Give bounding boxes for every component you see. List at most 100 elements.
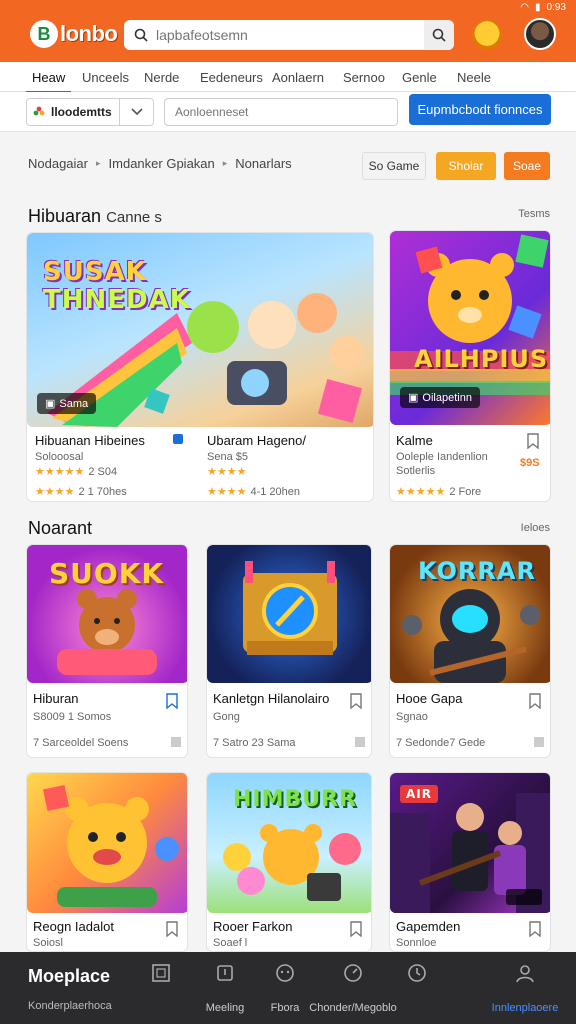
- nav-item-label: Innlenplaoere: [491, 1002, 559, 1014]
- featured-card[interactable]: SUSAK THNEDAK ▣ Sama Hibuanan Hibeines S…: [26, 232, 374, 502]
- gallery-icon: [152, 964, 170, 982]
- more-icon[interactable]: [171, 737, 181, 747]
- game-card[interactable]: SUOKK Hiburan S8009 1 Somos 7 Sarceoldel…: [26, 544, 188, 758]
- nav-item-label: Meeling: [205, 1002, 245, 1014]
- media-badge: [506, 889, 542, 905]
- more-icon[interactable]: [534, 737, 544, 747]
- card-subtitle-2: Sotlerlis: [396, 465, 436, 477]
- rating-stars: ★★★★: [207, 466, 247, 478]
- game-thumbnail: HIMBURR: [207, 773, 371, 913]
- more-icon[interactable]: [355, 737, 365, 747]
- see-all-link[interactable]: Ieloes: [521, 522, 550, 534]
- battery-icon: ▮: [535, 2, 541, 13]
- breadcrumb-item[interactable]: Nonarlars: [235, 156, 291, 171]
- nav-item-marketplace[interactable]: Innlenplaoere: [482, 962, 568, 1014]
- card-title: Hiburan: [33, 691, 79, 706]
- bookmark-icon[interactable]: [165, 693, 179, 710]
- avatar[interactable]: [524, 18, 556, 50]
- tab-1[interactable]: Unceels: [82, 70, 129, 85]
- card-title: Kanletgn Hilanolairo: [213, 691, 330, 706]
- logo-badge: B: [30, 20, 58, 48]
- bottom-brand-sub: Konderplaerhoca: [28, 1000, 112, 1012]
- nav-item-gallery[interactable]: [126, 962, 196, 1002]
- breadcrumb-item[interactable]: Imdanker Gpiakan: [109, 156, 215, 171]
- filter-bar: lloodemtts Eupmbcbodt fionnces: [0, 92, 576, 132]
- bookmark-icon[interactable]: [526, 433, 540, 450]
- tab-2[interactable]: Nerde: [144, 70, 179, 85]
- primary-action-button[interactable]: Eupmbcbodt fionnces: [409, 94, 551, 125]
- card-title: Gapemden: [396, 919, 461, 934]
- search-input[interactable]: [156, 27, 416, 43]
- mascot-icon[interactable]: [472, 20, 502, 50]
- flower-icon: [33, 106, 45, 116]
- chevron-right-icon: ▸: [222, 158, 228, 168]
- category-select[interactable]: lloodemtts: [26, 98, 154, 126]
- chip-save[interactable]: Soae: [504, 152, 550, 180]
- card-meta: 7 Sarceoldel Soens: [33, 737, 129, 749]
- logo-text: lonbo: [60, 21, 118, 46]
- tab-3[interactable]: Eedeneurs: [200, 70, 263, 85]
- game-thumbnail: KORRAR: [390, 545, 550, 683]
- featured-card-2[interactable]: AILHPIUS ▣ Oilapetinn Kalme Ooleple Iand…: [389, 230, 551, 502]
- thumbnail-title: AIR: [400, 785, 438, 803]
- box-icon: [217, 965, 233, 981]
- tab-6[interactable]: Genle: [402, 70, 437, 85]
- thumbnail-art: [243, 561, 337, 655]
- game-card[interactable]: HIMBURR Rooer Farkon Soaef l: [206, 772, 372, 952]
- gauge-icon: [344, 964, 362, 982]
- nav-item-controller[interactable]: Chonder/Megoblo: [309, 962, 397, 1014]
- card-subtitle: Soaef l: [213, 937, 248, 949]
- thumbnail-title: KORRAR: [418, 557, 536, 585]
- bookmark-icon[interactable]: [528, 921, 542, 938]
- section-title: Noarant: [28, 518, 93, 538]
- section-title-main: Hibuaran: [28, 206, 102, 226]
- game-thumbnail: SUOKK: [27, 545, 187, 683]
- game-card[interactable]: AIR Gapemden Sonnloe: [389, 772, 551, 952]
- app-logo[interactable]: B lonbo: [24, 18, 123, 50]
- app-header: ◠ ▮ 0:93 B lonbo: [0, 0, 576, 62]
- card-title: Hooe Gapa: [396, 691, 463, 706]
- nav-item-label: Fbora: [270, 1002, 300, 1014]
- clock-icon: [408, 964, 426, 982]
- breadcrumb-item[interactable]: Nodagaiar: [28, 156, 88, 171]
- bottom-navigation: Moeplace Konderplaerhoca Meeling Fbora C…: [0, 952, 576, 1024]
- filter-input[interactable]: [164, 98, 398, 126]
- image-icon: ▣: [45, 398, 56, 410]
- bookmark-icon[interactable]: [165, 921, 179, 938]
- media-badge: ▣ Sama: [37, 393, 97, 414]
- tab-4[interactable]: Aonlaern: [272, 70, 324, 85]
- tab-7[interactable]: Neele: [457, 70, 491, 85]
- bookmark-icon[interactable]: [349, 921, 363, 938]
- chevron-down-icon[interactable]: [119, 99, 153, 125]
- card-subtitle: Solooosal: [35, 451, 84, 463]
- rating-stars: ★★★★★ 2 Fore: [396, 486, 482, 498]
- bookmark-icon[interactable]: [349, 693, 363, 710]
- card-title: Reogn Iadalot: [33, 919, 114, 934]
- verified-icon: [173, 434, 183, 444]
- chip-share[interactable]: Shoiar: [436, 152, 496, 180]
- tab-5[interactable]: Sernoo: [343, 70, 385, 85]
- search-button[interactable]: [424, 20, 454, 50]
- nav-item-clock[interactable]: [382, 962, 452, 1002]
- game-card[interactable]: Kanletgn Hilanolairo Gong 7 Satro 23 Sam…: [206, 544, 372, 758]
- bottom-brand[interactable]: Moeplace: [28, 966, 110, 987]
- search-icon: [432, 28, 446, 42]
- badge-label: Oilapetinn: [422, 391, 472, 404]
- tab-home[interactable]: Heaw: [25, 70, 72, 94]
- rating-stars: ★★★★ 2 1 70hes: [35, 486, 127, 498]
- chat-icon: [276, 964, 294, 982]
- chip-game[interactable]: So Game: [362, 152, 426, 180]
- card-meta: 7 Satro 23 Sama: [213, 737, 296, 749]
- bookmark-icon[interactable]: [528, 693, 542, 710]
- search-bar[interactable]: [124, 20, 454, 50]
- see-all-link[interactable]: Tesms: [518, 208, 550, 220]
- card-subtitle: Sgnao: [396, 711, 428, 723]
- game-card[interactable]: Reogn Iadalot Soiosl: [26, 772, 188, 952]
- image-icon: ▣: [408, 392, 419, 404]
- thumbnail-title: AILHPIUS: [414, 345, 549, 373]
- game-thumbnail: AILHPIUS ▣ Oilapetinn: [390, 231, 550, 425]
- price-tag: $9S: [520, 457, 540, 469]
- search-icon: [134, 28, 148, 42]
- game-card[interactable]: KORRAR Hooe Gapa Sgnao 7 Sedonde7 Gede: [389, 544, 551, 758]
- wifi-icon: ◠: [520, 2, 530, 13]
